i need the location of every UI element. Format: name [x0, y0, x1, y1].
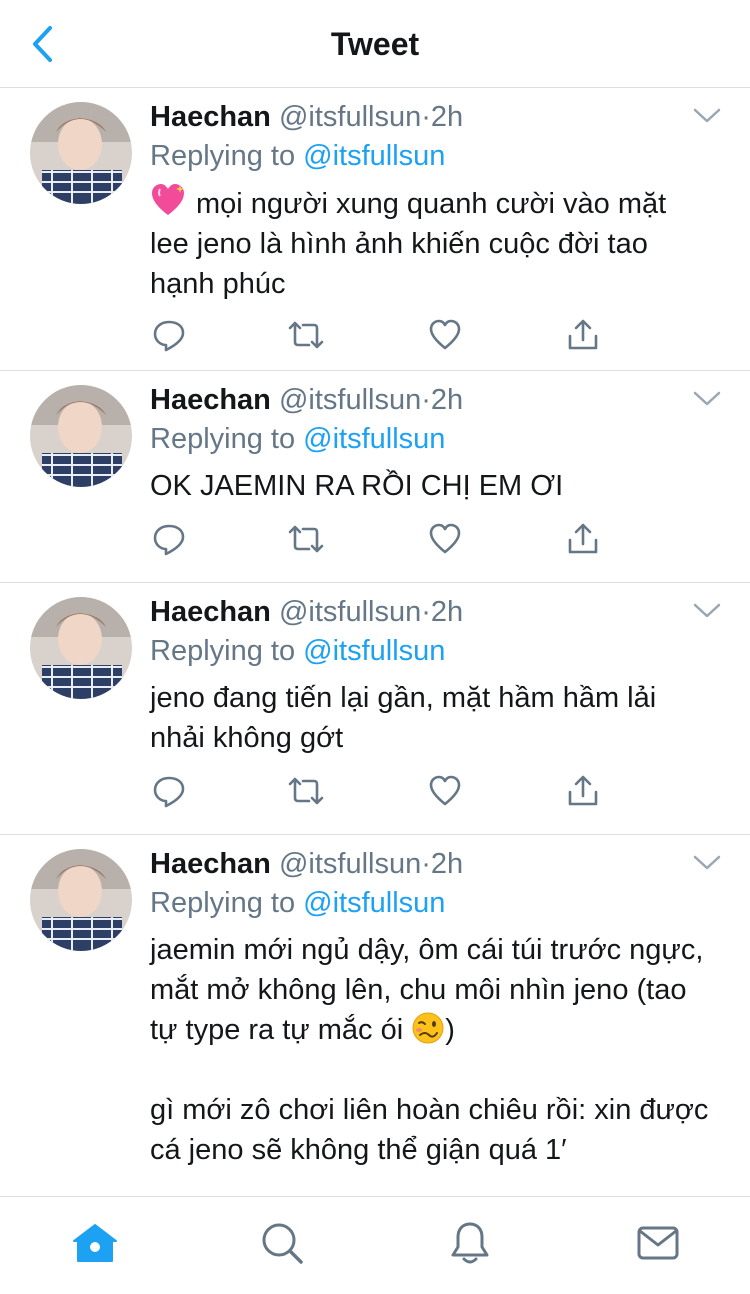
retweet-icon — [288, 321, 324, 349]
share-icon — [568, 319, 598, 350]
reply-button[interactable] — [150, 520, 188, 558]
bell-icon — [451, 1222, 489, 1264]
mail-icon — [637, 1226, 679, 1260]
tweet[interactable]: Haechan @itsfullsun·2h Replying to @itsf… — [0, 583, 750, 835]
timestamp: 2h — [430, 384, 464, 416]
replying-to: Replying to @itsfullsun — [150, 634, 445, 668]
avatar[interactable] — [30, 385, 132, 487]
replying-prefix: Replying to — [150, 635, 296, 667]
share-icon — [568, 523, 598, 554]
tab-home[interactable] — [71, 1219, 119, 1267]
timestamp: 2h — [430, 596, 464, 628]
tweet-header: Haechan @itsfullsun·2h — [150, 847, 463, 881]
tweet-text: mọi người xung quanh cười vào mặt lee je… — [150, 183, 710, 304]
timestamp: 2h — [430, 101, 464, 133]
tweet-text: jaemin mới ngủ dậy, ôm cái túi trước ngự… — [150, 930, 710, 1170]
sparkling-heart-emoji — [152, 184, 184, 215]
retweet-button[interactable] — [287, 772, 325, 810]
replying-handle-link[interactable]: @itsfullsun — [303, 635, 445, 667]
reply-button[interactable] — [150, 772, 188, 810]
tweet[interactable]: Haechan @itsfullsun·2h Replying to @itsf… — [0, 88, 750, 371]
tweet-text-content: jeno đang tiến lại gần, mặt hầm hầm lải … — [150, 682, 657, 754]
reply-button[interactable] — [150, 316, 188, 354]
replying-handle-link[interactable]: @itsfullsun — [303, 887, 445, 919]
avatar[interactable] — [30, 102, 132, 204]
chevron-down-icon[interactable] — [692, 601, 722, 621]
share-button[interactable] — [564, 520, 602, 558]
replying-handle-link[interactable]: @itsfullsun — [303, 423, 445, 455]
search-icon — [262, 1223, 303, 1264]
tweet-text-paragraph: gì mới zô chơi liên hoàn chiêu rồi: xin … — [150, 1094, 709, 1166]
heart-icon — [429, 523, 461, 554]
separator-dot: · — [421, 101, 431, 133]
avatar[interactable] — [30, 597, 132, 699]
share-button[interactable] — [564, 316, 602, 354]
retweet-icon — [288, 777, 324, 805]
tweet-text: jeno đang tiến lại gần, mặt hầm hầm lải … — [150, 678, 710, 758]
replying-to: Replying to @itsfullsun — [150, 422, 445, 456]
chevron-down-icon[interactable] — [692, 853, 722, 873]
replying-prefix: Replying to — [150, 140, 296, 172]
tweet-header: Haechan @itsfullsun·2h — [150, 100, 463, 134]
tab-notifications[interactable] — [446, 1219, 494, 1267]
tweet-thread[interactable]: Haechan @itsfullsun·2h Replying to @itsf… — [0, 88, 750, 1196]
woozy-face-emoji — [412, 1012, 444, 1044]
user-handle[interactable]: @itsfullsun — [279, 848, 421, 880]
separator-dot: · — [421, 848, 431, 880]
like-button[interactable] — [426, 520, 464, 558]
like-button[interactable] — [426, 316, 464, 354]
replying-prefix: Replying to — [150, 423, 296, 455]
tweet-actions — [150, 316, 600, 356]
chevron-down-icon[interactable] — [692, 389, 722, 409]
tweet-header: Haechan @itsfullsun·2h — [150, 383, 463, 417]
reply-icon — [153, 524, 185, 556]
share-icon — [568, 775, 598, 806]
tweet-text-paragraph-end: ) — [445, 1014, 455, 1046]
top-bar: Tweet — [0, 0, 750, 88]
reply-icon — [153, 320, 185, 352]
replying-handle-link[interactable]: @itsfullsun — [303, 140, 445, 172]
tweet-actions — [150, 772, 600, 812]
avatar[interactable] — [30, 849, 132, 951]
heart-icon — [429, 319, 461, 350]
tweet-text: OK JAEMIN RA RỒI CHỊ EM ƠI — [150, 466, 710, 506]
page-title: Tweet — [330, 26, 420, 62]
display-name[interactable]: Haechan — [150, 101, 271, 133]
user-handle[interactable]: @itsfullsun — [279, 384, 421, 416]
user-handle[interactable]: @itsfullsun — [279, 596, 421, 628]
retweet-button[interactable] — [287, 316, 325, 354]
separator-dot: · — [421, 596, 431, 628]
display-name[interactable]: Haechan — [150, 384, 271, 416]
tweet-header: Haechan @itsfullsun·2h — [150, 595, 463, 629]
tab-messages[interactable] — [634, 1219, 682, 1267]
reply-icon — [153, 776, 185, 808]
chevron-down-icon[interactable] — [692, 106, 722, 126]
share-button[interactable] — [564, 772, 602, 810]
replying-to: Replying to @itsfullsun — [150, 886, 445, 920]
tweet[interactable]: Haechan @itsfullsun·2h Replying to @itsf… — [0, 835, 750, 1196]
user-handle[interactable]: @itsfullsun — [279, 101, 421, 133]
tweet-text-content: mọi người xung quanh cười vào mặt lee je… — [150, 188, 667, 300]
display-name[interactable]: Haechan — [150, 596, 271, 628]
heart-icon — [429, 775, 461, 806]
tweet[interactable]: Haechan @itsfullsun·2h Replying to @itsf… — [0, 371, 750, 583]
tab-search[interactable] — [258, 1219, 306, 1267]
tweet-text-content: OK JAEMIN RA RỒI CHỊ EM ƠI — [150, 470, 564, 502]
replying-to: Replying to @itsfullsun — [150, 139, 445, 173]
like-button[interactable] — [426, 772, 464, 810]
retweet-button[interactable] — [287, 520, 325, 558]
separator-dot: · — [421, 384, 431, 416]
retweet-icon — [288, 525, 324, 553]
timestamp: 2h — [430, 848, 464, 880]
home-icon — [73, 1224, 117, 1262]
display-name[interactable]: Haechan — [150, 848, 271, 880]
tweet-actions — [150, 520, 600, 560]
replying-prefix: Replying to — [150, 887, 296, 919]
bottom-tab-bar — [0, 1196, 750, 1294]
